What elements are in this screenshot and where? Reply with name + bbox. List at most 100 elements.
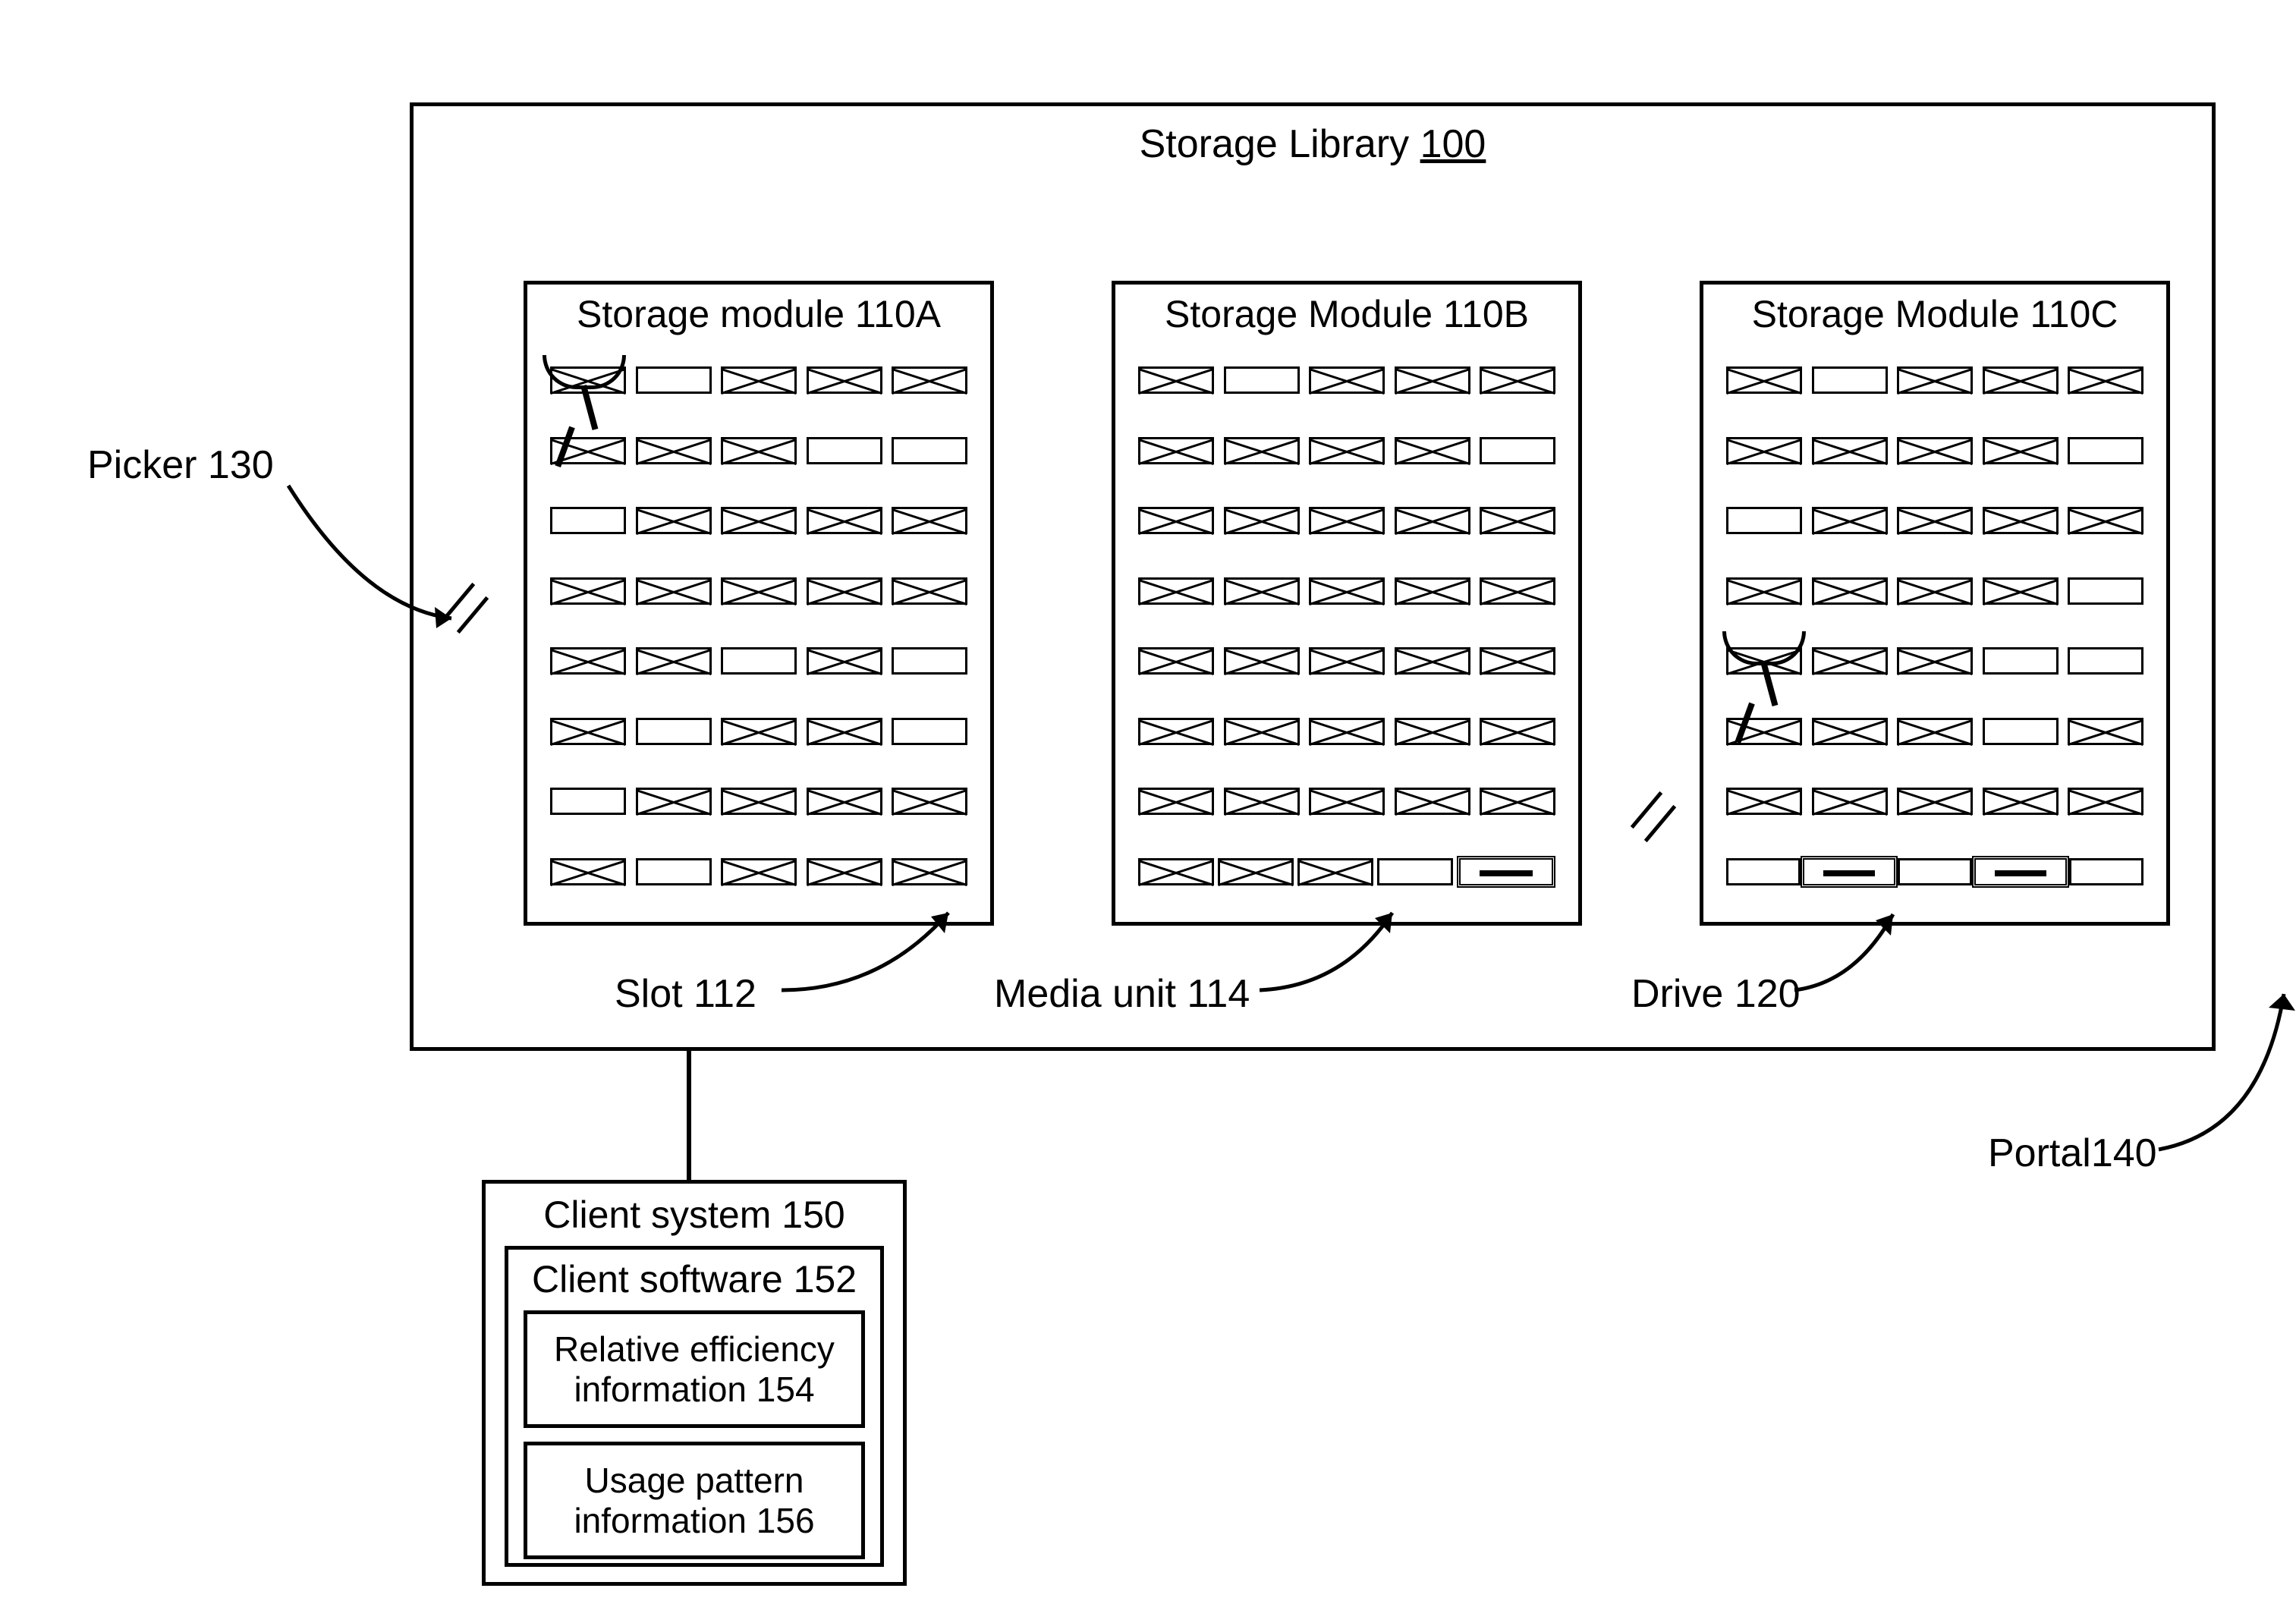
slot-media	[1395, 647, 1470, 675]
slot-empty	[550, 507, 626, 534]
slot-media	[1480, 788, 1555, 815]
slot-media	[807, 577, 882, 605]
slot-media	[636, 507, 712, 534]
slot-media	[807, 718, 882, 745]
drive-arrow	[1787, 899, 1923, 998]
slot-media	[1480, 718, 1555, 745]
slot-media	[1480, 366, 1555, 394]
slot-media	[721, 718, 797, 745]
slot-media	[1812, 577, 1888, 605]
slot-media	[1224, 788, 1300, 815]
picker-icon	[543, 355, 634, 461]
slot-empty	[2068, 437, 2143, 464]
slot-media	[1395, 718, 1470, 745]
usage-pattern-box: Usage pattern information 156	[524, 1442, 865, 1559]
slot-media	[1309, 437, 1385, 464]
slot-media	[636, 577, 712, 605]
slot-media	[1812, 788, 1888, 815]
drive-slot	[1972, 856, 2069, 888]
slot-media	[1983, 437, 2059, 464]
slot-media	[1480, 507, 1555, 534]
client-system-box: Client system 150 Client software 152 Re…	[482, 1180, 907, 1586]
slot-media	[721, 788, 797, 815]
slot-empty	[2068, 577, 2143, 605]
library-client-connector	[687, 1051, 691, 1180]
slot-media	[1138, 507, 1214, 534]
slot-media	[892, 788, 967, 815]
slot-empty	[636, 858, 712, 885]
slot-empty	[807, 437, 882, 464]
slot-media	[1726, 577, 1802, 605]
slot-media	[1218, 858, 1294, 885]
slot-media	[1309, 577, 1385, 605]
slot-media	[1395, 507, 1470, 534]
slot-media	[1224, 437, 1300, 464]
slot-media	[1897, 718, 1973, 745]
slot-empty	[1812, 366, 1888, 394]
slot-empty	[1983, 647, 2059, 675]
slot-media	[892, 577, 967, 605]
storage-module-b-title: Storage Module 110B	[1115, 292, 1578, 336]
slot-media	[1812, 647, 1888, 675]
slot-media	[1224, 507, 1300, 534]
client-software-box: Client software 152 Relative efficiency …	[505, 1246, 884, 1567]
slot-empty	[721, 647, 797, 675]
slot-media	[807, 788, 882, 815]
slot-empty	[2069, 858, 2143, 885]
slot-media	[1395, 366, 1470, 394]
slot-media	[1897, 437, 1973, 464]
drive-slot	[1801, 856, 1898, 888]
slot-empty	[550, 788, 626, 815]
slot-media	[1726, 788, 1802, 815]
slot-media	[1726, 366, 1802, 394]
slot-media	[892, 858, 967, 885]
slot-media	[1897, 577, 1973, 605]
slot-media	[636, 647, 712, 675]
relative-efficiency-box: Relative efficiency information 154	[524, 1310, 865, 1428]
storage-module-c-grid	[1726, 345, 2143, 907]
picker-icon	[1722, 631, 1813, 738]
slot-media	[807, 647, 882, 675]
slot-media	[636, 437, 712, 464]
slot-media	[721, 437, 797, 464]
slot-media	[1138, 858, 1214, 885]
slot-media	[1138, 788, 1214, 815]
slot-arrow	[774, 899, 971, 998]
slot-media	[1309, 647, 1385, 675]
slot-empty	[892, 718, 967, 745]
slot-media	[2068, 788, 2143, 815]
slot-media	[1138, 437, 1214, 464]
slot-media	[1983, 507, 2059, 534]
media-arrow	[1252, 899, 1419, 998]
slot-media	[1395, 788, 1470, 815]
slot-media	[721, 577, 797, 605]
slot-empty	[892, 647, 967, 675]
slot-media	[1138, 718, 1214, 745]
slot-media	[807, 858, 882, 885]
client-software-title: Client software 152	[508, 1257, 880, 1301]
slot-empty	[1983, 718, 2059, 745]
drive-slot	[1457, 856, 1555, 888]
storage-module-c-title: Storage Module 110C	[1703, 292, 2166, 336]
slot-media	[1983, 788, 2059, 815]
slot-media	[1812, 718, 1888, 745]
slot-media	[1224, 718, 1300, 745]
slot-media	[1812, 507, 1888, 534]
slot-media	[1309, 718, 1385, 745]
slot-empty	[1726, 858, 1801, 885]
storage-module-b-grid	[1138, 345, 1555, 907]
slot-media	[1138, 647, 1214, 675]
slot-media	[550, 647, 626, 675]
slot-media	[721, 858, 797, 885]
storage-library-title: Storage Library 100	[410, 121, 2216, 167]
slot-label: Slot 112	[615, 971, 756, 1017]
slot-media	[807, 366, 882, 394]
slot-empty	[636, 718, 712, 745]
slot-media	[2068, 507, 2143, 534]
slot-media	[1726, 437, 1802, 464]
slot-media	[550, 858, 626, 885]
slot-media	[1983, 366, 2059, 394]
portal-label: Portal140	[1988, 1131, 2157, 1176]
slot-empty	[2068, 647, 2143, 675]
slot-media	[550, 577, 626, 605]
